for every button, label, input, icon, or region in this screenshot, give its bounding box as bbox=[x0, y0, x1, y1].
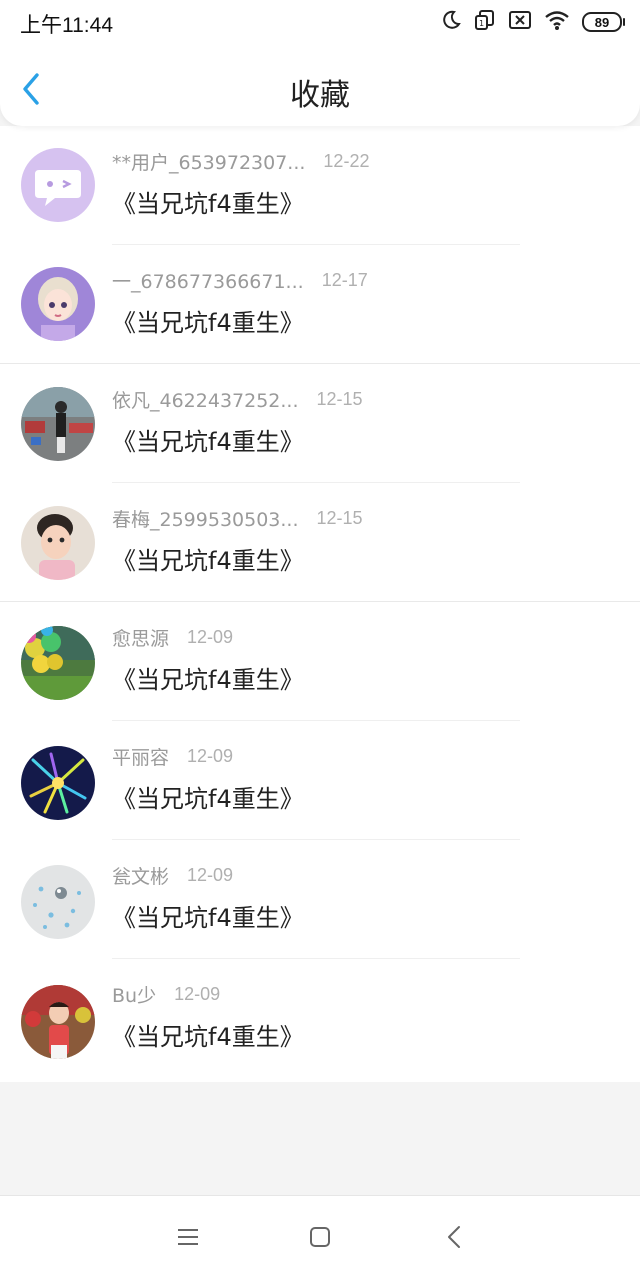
child-photo-avatar-icon bbox=[21, 985, 95, 1059]
item-date: 12-15 bbox=[316, 507, 363, 528]
list-item[interactable]: 愈思源 12-09 《当兄坑f4重生》 bbox=[0, 602, 640, 721]
dots-avatar-icon bbox=[21, 865, 95, 939]
item-meta: Bu少 12-09 bbox=[112, 979, 220, 1009]
chat-bubble-avatar-icon bbox=[21, 148, 95, 222]
item-meta: 瓮文彬 12-09 bbox=[112, 860, 233, 890]
item-user-name: 愈思源 bbox=[112, 627, 170, 650]
avatar[interactable] bbox=[21, 865, 95, 939]
item-user-name: Bu少 bbox=[112, 984, 157, 1007]
item-title: 《当兄坑f4重生》 bbox=[112, 428, 304, 456]
item-date: 12-17 bbox=[321, 269, 368, 290]
item-date: 12-22 bbox=[323, 150, 370, 171]
avatar[interactable] bbox=[21, 387, 95, 461]
item-meta: 春梅_2599530503... 12-15 bbox=[112, 503, 363, 533]
item-title: 《当兄坑f4重生》 bbox=[112, 309, 304, 337]
item-user-name: 春梅_2599530503... bbox=[112, 508, 299, 531]
list-item[interactable]: 一_678677366671... 12-17 《当兄坑f4重生》 bbox=[0, 245, 640, 364]
no-signal-icon bbox=[508, 10, 532, 34]
item-title: 《当兄坑f4重生》 bbox=[112, 666, 304, 694]
item-title: 《当兄坑f4重生》 bbox=[112, 1023, 304, 1051]
battery-icon: 89 bbox=[582, 12, 625, 32]
list-item[interactable]: 依凡_4622437252... 12-15 《当兄坑f4重生》 bbox=[0, 364, 640, 483]
item-user-name: 瓮文彬 bbox=[112, 865, 170, 888]
avatar[interactable] bbox=[21, 148, 95, 222]
item-title: 《当兄坑f4重生》 bbox=[112, 904, 304, 932]
avatar[interactable] bbox=[21, 985, 95, 1059]
back-triangle-icon bbox=[445, 1224, 463, 1254]
item-user-name: 平丽容 bbox=[112, 746, 170, 769]
svg-text:1: 1 bbox=[479, 19, 484, 28]
item-meta: 愈思源 12-09 bbox=[112, 622, 233, 652]
item-title: 《当兄坑f4重生》 bbox=[112, 785, 304, 813]
balloons-avatar-icon bbox=[21, 626, 95, 700]
menu-icon bbox=[176, 1226, 200, 1252]
child-photo-avatar-icon bbox=[21, 506, 95, 580]
avatar[interactable] bbox=[21, 267, 95, 341]
item-meta: 一_678677366671... 12-17 bbox=[112, 265, 368, 295]
item-user-name: **用户_653972307... bbox=[112, 151, 306, 174]
item-title: 《当兄坑f4重生》 bbox=[112, 547, 304, 575]
status-time: 上午11:44 bbox=[20, 14, 113, 37]
list-item[interactable]: 瓮文彬 12-09 《当兄坑f4重生》 bbox=[0, 840, 640, 959]
home-square-icon bbox=[308, 1225, 332, 1253]
wifi-icon bbox=[544, 9, 570, 35]
item-meta: 平丽容 12-09 bbox=[112, 741, 233, 771]
sim-icon: 1 bbox=[474, 9, 496, 35]
avatar[interactable] bbox=[21, 746, 95, 820]
list-item[interactable]: **用户_653972307... 12-22 《当兄坑f4重生》 bbox=[0, 126, 640, 245]
item-meta: **用户_653972307... 12-22 bbox=[112, 146, 369, 176]
item-date: 12-09 bbox=[187, 864, 234, 885]
item-meta: 依凡_4622437252... 12-15 bbox=[112, 384, 363, 414]
item-date: 12-09 bbox=[187, 745, 234, 766]
system-nav-bar bbox=[0, 1195, 640, 1281]
avatar[interactable] bbox=[21, 626, 95, 700]
home-button[interactable] bbox=[300, 1224, 340, 1254]
moon-icon bbox=[440, 9, 462, 35]
list-item[interactable]: 春梅_2599530503... 12-15 《当兄坑f4重生》 bbox=[0, 483, 640, 602]
item-date: 12-15 bbox=[316, 388, 363, 409]
favorites-list: **用户_653972307... 12-22 《当兄坑f4重生》 一_6786… bbox=[0, 126, 640, 1082]
page-title: 收藏 bbox=[290, 78, 350, 113]
list-item[interactable]: 平丽容 12-09 《当兄坑f4重生》 bbox=[0, 721, 640, 840]
system-back-button[interactable] bbox=[434, 1224, 474, 1254]
avatar[interactable] bbox=[21, 506, 95, 580]
doll-avatar-icon bbox=[21, 267, 95, 341]
app-header: 上午11:44 1 89 收藏 bbox=[0, 0, 640, 126]
photo-avatar-icon bbox=[21, 387, 95, 461]
item-date: 12-09 bbox=[187, 626, 234, 647]
list-item[interactable]: Bu少 12-09 《当兄坑f4重生》 bbox=[0, 959, 640, 1078]
fireworks-avatar-icon bbox=[21, 746, 95, 820]
menu-button[interactable] bbox=[168, 1224, 208, 1254]
item-user-name: 一_678677366671... bbox=[112, 270, 304, 293]
item-title: 《当兄坑f4重生》 bbox=[112, 190, 304, 218]
item-date: 12-09 bbox=[174, 983, 221, 1004]
status-icons: 1 89 bbox=[440, 9, 625, 35]
item-user-name: 依凡_4622437252... bbox=[112, 389, 299, 412]
